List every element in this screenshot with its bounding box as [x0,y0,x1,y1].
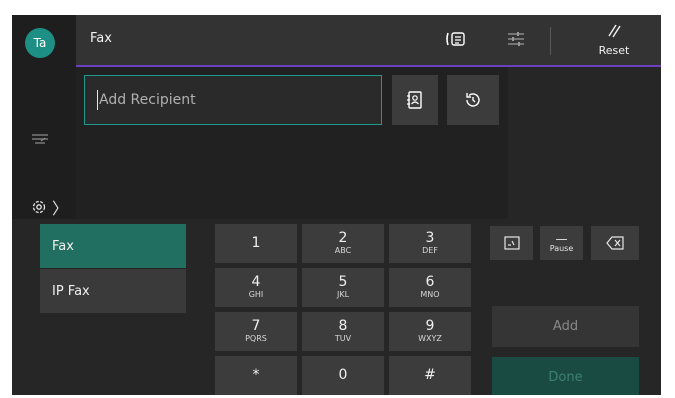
key-star[interactable]: * [215,356,297,395]
backspace-button[interactable] [591,226,639,260]
fax-screen: Ta 〉 Fax Reset Add Recipient Fax IP Fax … [12,15,661,395]
key-digit: 7 [251,318,261,334]
key-2[interactable]: 2 ABC [302,224,384,263]
mode-ip-fax[interactable]: IP Fax [40,269,186,313]
key-letters: TUV [334,334,352,343]
key-letters: WXYZ [418,334,442,343]
key-letters: MNO [420,290,440,299]
key-letters: PQRS [245,334,267,343]
key-letters: DEF [422,246,438,255]
key-letters: ABC [334,246,352,255]
address-book-button[interactable] [392,75,438,125]
key-digit: 0 [338,367,348,383]
user-avatar[interactable]: Ta [25,28,55,58]
recipient-field[interactable] [84,75,382,125]
key-hash[interactable]: # [389,356,471,395]
history-icon [466,93,480,107]
backspace-icon [606,236,624,250]
key-letters: GHI [248,290,264,299]
pause-button[interactable]: — Pause [540,226,583,260]
pause-dash-icon: — [555,231,568,246]
key-digit: 5 [338,274,348,290]
key-9[interactable]: 9 WXYZ [389,312,471,351]
key-digit: # [424,367,436,383]
header-divider [550,27,551,55]
insert-character-icon [503,236,520,250]
key-0[interactable]: 0 [302,356,384,395]
key-3[interactable]: 3 DEF [389,224,471,263]
key-7[interactable]: 7 PQRS [215,312,297,351]
key-digit: 8 [338,318,348,334]
app-header: Fax Reset [76,15,661,67]
reset-label: Reset [598,44,630,57]
fax-icon[interactable] [446,31,466,47]
sliders-icon[interactable] [506,30,526,48]
key-digit: 6 [425,274,435,290]
insert-character-button[interactable] [490,226,533,260]
page-title: Fax [90,31,112,46]
mode-ip-fax-label: IP Fax [52,283,90,299]
key-digit: 3 [425,230,435,246]
address-book-icon [407,91,422,109]
reset-button[interactable]: Reset [579,21,649,61]
add-button[interactable]: Add [492,306,639,347]
key-4[interactable]: 4 GHI [215,268,297,307]
key-digit: 4 [251,274,261,290]
key-letters: JKL [336,290,350,299]
key-5[interactable]: 5 JKL [302,268,384,307]
text-caret [97,90,98,110]
job-transfer-icon[interactable] [29,127,51,149]
reset-slash-icon [608,24,621,38]
mode-fax[interactable]: Fax [40,224,186,268]
history-button[interactable] [447,75,499,125]
key-digit: 9 [425,318,435,334]
mode-fax-label: Fax [52,238,74,254]
key-digit: 1 [251,235,261,251]
key-digit: 2 [338,230,348,246]
left-rail: Ta 〉 [12,15,76,222]
chevron-right-icon: 〉 [52,199,69,218]
add-recipient-input[interactable] [85,76,369,124]
key-1[interactable]: 1 [215,224,297,263]
done-button[interactable]: Done [492,357,639,395]
recipient-side-panel [508,67,661,219]
key-6[interactable]: 6 MNO [389,268,471,307]
key-digit: * [252,367,260,383]
key-8[interactable]: 8 TUV [302,312,384,351]
settings-gear-icon[interactable]: 〉 [30,197,74,218]
pause-label: Pause [549,243,574,253]
